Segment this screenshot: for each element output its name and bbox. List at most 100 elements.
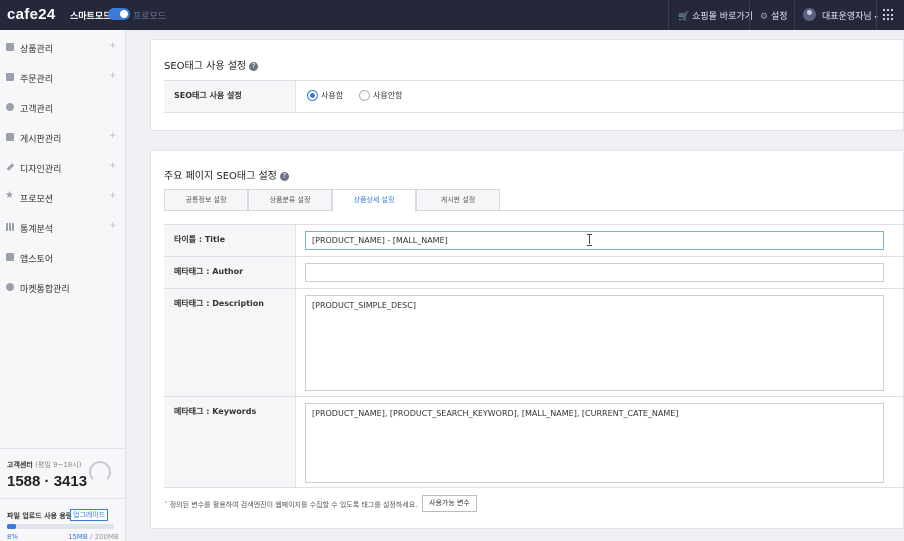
section-title: SEO태그 사용 설정 xyxy=(164,61,247,72)
product-icon xyxy=(6,43,14,51)
plus-icon: + xyxy=(109,191,117,201)
tab-board[interactable]: 게시판 설정 xyxy=(416,189,500,211)
cafe24-logo[interactable]: cafe24 xyxy=(7,6,56,23)
sidebar-item-label: 게시판관리 xyxy=(20,135,62,145)
seo-usage-title: SEO태그 사용 설정? xyxy=(164,57,259,72)
top-bar: cafe24 스마트모드 프로모드 🛒 쇼핑몰 바로가기 ⚙ 설정 대표운영자님… xyxy=(0,0,904,30)
cart-icon: 🛒 xyxy=(678,12,690,22)
smart-mode-label: 스마트모드 xyxy=(70,12,112,22)
sidebar: 상품관리 + 주문관리 + 고객관리 게시판관리 + 디자인관리 + ★ 프로모… xyxy=(0,30,126,541)
user-name: 대표운영자님 xyxy=(822,12,872,22)
variable-note: ˜ 정의된 변수를 활용하여 검색엔진이 웹페이지를 수집할 수 있도록 태그를… xyxy=(164,501,418,509)
mode-toggle[interactable] xyxy=(108,8,130,20)
radio-not-use[interactable] xyxy=(359,90,370,101)
customer-center-phone: 1588 · 3413 xyxy=(7,473,88,490)
radio-not-use-label[interactable]: 사용안함 xyxy=(373,90,402,101)
settings-link[interactable]: ⚙ 설정 xyxy=(760,9,788,22)
upgrade-button[interactable]: 업그레이드 xyxy=(70,509,109,521)
seo-usage-card: SEO태그 사용 설정? SEO태그 사용 설정 사용함 사용안함 xyxy=(150,39,904,131)
tab-common[interactable]: 공통정보 설정 xyxy=(164,189,248,211)
shop-link-label: 쇼핑몰 바로가기 xyxy=(692,12,753,22)
user-avatar-icon[interactable] xyxy=(803,8,816,21)
seo-tabs: 공통정보 설정 상품분류 설정 상품상세 설정 게시판 설정 xyxy=(164,189,904,212)
plus-icon: + xyxy=(109,221,117,231)
row-label-text: 타이틀 : Title xyxy=(174,235,226,244)
sidebar-item-market[interactable]: 마켓통합관리 xyxy=(0,272,126,302)
topbar-divider xyxy=(876,0,877,30)
description-row: 메타태그 : Description [PRODUCT_SIMPLE_DESC] xyxy=(164,288,904,396)
sidebar-item-label: 앱스토어 xyxy=(20,255,54,265)
topbar-divider xyxy=(794,0,795,30)
topbar-divider xyxy=(749,0,750,30)
settings-label: 설정 xyxy=(770,12,788,22)
app-grid-icon[interactable] xyxy=(883,9,895,21)
user-menu[interactable]: 대표운영자님 ▾ xyxy=(822,9,878,22)
sidebar-item-boards[interactable]: 게시판관리 + xyxy=(0,122,126,152)
author-row: 메타태그 : Author xyxy=(164,256,904,288)
plus-icon: + xyxy=(109,41,117,51)
tab-category[interactable]: 상품분류 설정 xyxy=(248,189,332,211)
keywords-textarea[interactable]: [PRODUCT_NAME], [PRODUCT_SEARCH_KEYWORD]… xyxy=(305,403,884,483)
upload-size: 15MB / 200MB xyxy=(68,533,119,541)
market-icon xyxy=(6,283,14,291)
sidebar-item-orders[interactable]: 주문관리 + xyxy=(0,62,126,92)
upload-total: / 200MB xyxy=(89,533,119,541)
shop-link[interactable]: 🛒 쇼핑몰 바로가기 xyxy=(678,9,753,22)
section-title: 주요 페이지 SEO태그 설정 xyxy=(164,171,277,182)
customer-center-label: 고객센터 (평일 9~18시) xyxy=(7,460,81,470)
bar-chart-icon xyxy=(6,223,14,231)
row-label-text: 메타태그 : Author xyxy=(174,267,244,276)
page-seo-card: 주요 페이지 SEO태그 설정? 공통정보 설정 상품분류 설정 상품상세 설정… xyxy=(150,150,904,529)
radio-use-label[interactable]: 사용함 xyxy=(321,90,343,101)
sidebar-item-appstore[interactable]: 앱스토어 xyxy=(0,242,126,272)
row-label-text: SEO태그 사용 설정 xyxy=(174,91,242,100)
available-variables-button[interactable]: 사용가능 변수 xyxy=(422,495,477,512)
plus-icon: + xyxy=(109,71,117,81)
pro-mode-label[interactable]: 프로모드 xyxy=(133,9,166,22)
description-textarea[interactable]: [PRODUCT_SIMPLE_DESC] xyxy=(305,295,884,391)
row-label-text: 메타태그 : Keywords xyxy=(174,407,257,416)
cart-icon xyxy=(6,73,14,81)
main-content: SEO태그 사용 설정? SEO태그 사용 설정 사용함 사용안함 주요 페이지… xyxy=(126,30,904,541)
plus-icon: + xyxy=(109,161,117,171)
row-label: 메타태그 : Keywords xyxy=(164,397,296,487)
help-icon[interactable]: ? xyxy=(249,61,259,71)
upload-progress-bar xyxy=(7,524,114,529)
sidebar-item-products[interactable]: 상품관리 + xyxy=(0,32,126,62)
upload-percent: 8% xyxy=(7,533,19,541)
sidebar-item-label: 고객관리 xyxy=(20,105,54,115)
sidebar-item-label: 통계분석 xyxy=(20,225,54,235)
headset-icon xyxy=(89,461,111,483)
radio-use[interactable] xyxy=(307,90,318,101)
row-label: SEO태그 사용 설정 xyxy=(164,81,296,112)
sidebar-item-label: 디자인관리 xyxy=(20,165,62,175)
upload-progress-fill xyxy=(7,524,16,529)
seo-usage-row: SEO태그 사용 설정 사용함 사용안함 xyxy=(164,80,904,113)
gear-icon: ⚙ xyxy=(760,12,769,22)
star-icon: ★ xyxy=(5,190,14,201)
author-input[interactable] xyxy=(305,263,884,282)
variable-note-text: 정의된 변수를 활용하여 검색엔진이 웹페이지를 수집할 수 있도록 태그를 설… xyxy=(169,501,418,509)
sidebar-item-customers[interactable]: 고객관리 xyxy=(0,92,126,122)
upload-usage-label: 파일 업로드 사용 용량 xyxy=(7,512,73,520)
help-icon[interactable]: ? xyxy=(279,171,289,181)
customer-center-hours: (평일 9~18시) xyxy=(35,461,82,469)
title-row: 타이틀 : Title xyxy=(164,224,904,256)
sidebar-item-promotion[interactable]: ★ 프로모션 + xyxy=(0,182,126,212)
row-label: 메타태그 : Author xyxy=(164,257,296,288)
page-seo-title: 주요 페이지 SEO태그 설정? xyxy=(164,167,289,182)
sidebar-item-label: 주문관리 xyxy=(20,75,54,85)
upload-used: 15MB xyxy=(68,533,88,541)
board-icon xyxy=(6,133,14,141)
apps-icon xyxy=(6,253,14,261)
tab-product-detail[interactable]: 상품상세 설정 xyxy=(332,189,416,212)
customer-center: 고객센터 (평일 9~18시) 1588 · 3413 xyxy=(0,448,126,498)
sidebar-item-label: 마켓통합관리 xyxy=(20,285,70,295)
person-icon xyxy=(6,103,14,111)
sidebar-item-design[interactable]: 디자인관리 + xyxy=(0,152,126,182)
sidebar-item-statistics[interactable]: 통계분석 + xyxy=(0,212,126,242)
title-input[interactable] xyxy=(305,231,884,250)
sidebar-item-label: 프로모션 xyxy=(20,195,54,205)
text-cursor-icon xyxy=(587,234,593,246)
keywords-row: 메타태그 : Keywords [PRODUCT_NAME], [PRODUCT… xyxy=(164,396,904,488)
